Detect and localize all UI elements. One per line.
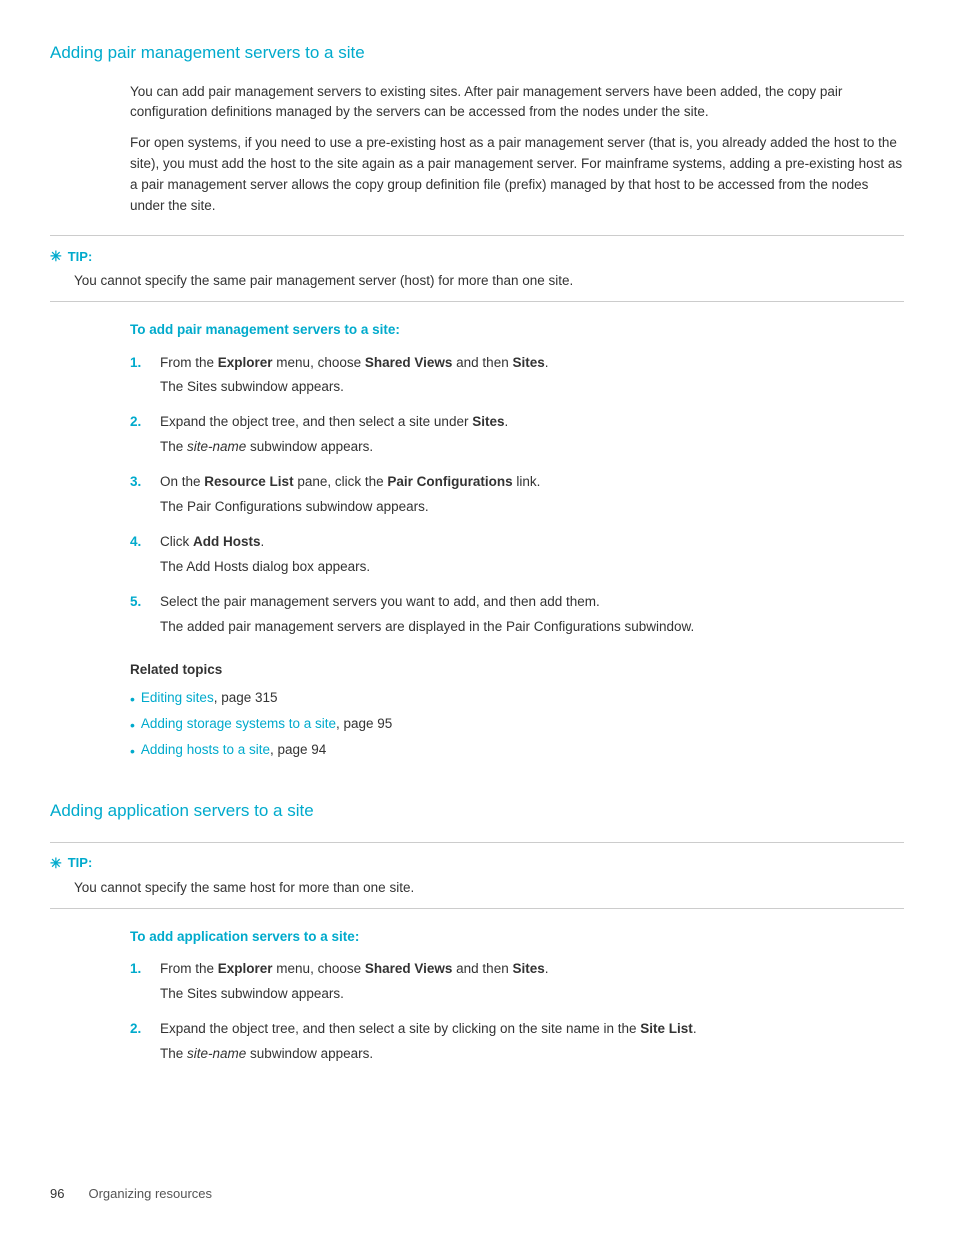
app-step-sub-2: The site-name subwindow appears. [160,1044,904,1065]
tip-icon: ✳ [50,246,62,267]
step-2: 2. Expand the object tree, and then sele… [130,412,904,462]
intro-paragraph-2: For open systems, if you need to use a p… [130,133,904,217]
step-number-5: 5. [130,592,148,642]
related-item-2: • Adding storage systems to a site, page… [130,714,904,736]
tip-text: You cannot specify the same pair managem… [74,271,904,291]
tip-label-text-app: TIP: [68,853,93,873]
tip-icon-app: ✳ [50,853,62,874]
section-application-servers: Adding application servers to a site ✳ T… [50,798,904,1069]
procedure-block-pair-management: To add pair management servers to a site… [130,320,904,762]
tip-box-application-servers: ✳ TIP: You cannot specify the same host … [50,842,904,909]
related-link-2[interactable]: Adding storage systems to a site, page 9… [141,714,392,734]
step-sub-2: The site-name subwindow appears. [160,437,904,458]
step-main-5: Select the pair management servers you w… [160,592,904,613]
related-item-3: • Adding hosts to a site, page 94 [130,740,904,762]
app-step-2: 2. Expand the object tree, and then sele… [130,1019,904,1069]
intro-block: You can add pair management servers to e… [130,82,904,218]
procedure-title-pair-management: To add pair management servers to a site… [130,320,904,340]
related-item-1: • Editing sites, page 315 [130,688,904,710]
tip-box-pair-management: ✳ TIP: You cannot specify the same pair … [50,235,904,302]
app-step-content-1: From the Explorer menu, choose Shared Vi… [160,959,904,1009]
step-5: 5. Select the pair management servers yo… [130,592,904,642]
step-sub-5: The added pair management servers are di… [160,617,904,638]
bullet-1: • [130,689,135,710]
bullet-2: • [130,715,135,736]
app-step-content-2: Expand the object tree, and then select … [160,1019,904,1069]
step-sub-1: The Sites subwindow appears. [160,377,904,398]
section-title-pair-management: Adding pair management servers to a site [50,40,904,66]
step-number-4: 4. [130,532,148,582]
page-footer: 96 Organizing resources [50,1184,904,1204]
app-step-1: 1. From the Explorer menu, choose Shared… [130,959,904,1009]
related-list: • Editing sites, page 315 • Adding stora… [130,688,904,762]
step-content-2: Expand the object tree, and then select … [160,412,904,462]
step-sub-4: The Add Hosts dialog box appears. [160,557,904,578]
step-main-1: From the Explorer menu, choose Shared Vi… [160,353,904,374]
steps-list-app-servers: 1. From the Explorer menu, choose Shared… [130,959,904,1069]
step-main-3: On the Resource List pane, click the Pai… [160,472,904,493]
step-content-3: On the Resource List pane, click the Pai… [160,472,904,522]
section-pair-management: Adding pair management servers to a site… [50,40,904,762]
section-title-application-servers: Adding application servers to a site [50,798,904,824]
step-1: 1. From the Explorer menu, choose Shared… [130,353,904,403]
related-topics-title: Related topics [130,660,904,680]
footer-page-number: 96 [50,1184,64,1204]
related-link-1[interactable]: Editing sites, page 315 [141,688,278,708]
step-3: 3. On the Resource List pane, click the … [130,472,904,522]
app-step-number-1: 1. [130,959,148,1009]
tip-label-text: TIP: [68,247,93,267]
bullet-3: • [130,741,135,762]
step-number-2: 2. [130,412,148,462]
intro-paragraph-1: You can add pair management servers to e… [130,82,904,124]
app-step-number-2: 2. [130,1019,148,1069]
tip-label-app: ✳ TIP: [50,853,904,874]
app-step-main-2: Expand the object tree, and then select … [160,1019,904,1040]
step-number-3: 3. [130,472,148,522]
step-main-4: Click Add Hosts. [160,532,904,553]
tip-label: ✳ TIP: [50,246,904,267]
step-main-2: Expand the object tree, and then select … [160,412,904,433]
related-topics-pair-management: Related topics • Editing sites, page 315… [130,660,904,762]
app-step-sub-1: The Sites subwindow appears. [160,984,904,1005]
step-content-4: Click Add Hosts. The Add Hosts dialog bo… [160,532,904,582]
step-4: 4. Click Add Hosts. The Add Hosts dialog… [130,532,904,582]
steps-list-pair-management: 1. From the Explorer menu, choose Shared… [130,353,904,642]
app-step-main-1: From the Explorer menu, choose Shared Vi… [160,959,904,980]
footer-section-text: Organizing resources [88,1184,212,1204]
step-content-1: From the Explorer menu, choose Shared Vi… [160,353,904,403]
procedure-block-app-servers: To add application servers to a site: 1.… [130,927,904,1069]
step-content-5: Select the pair management servers you w… [160,592,904,642]
step-number-1: 1. [130,353,148,403]
related-link-3[interactable]: Adding hosts to a site, page 94 [141,740,326,760]
step-sub-3: The Pair Configurations subwindow appear… [160,497,904,518]
procedure-title-app-servers: To add application servers to a site: [130,927,904,947]
tip-text-app: You cannot specify the same host for mor… [74,878,904,898]
